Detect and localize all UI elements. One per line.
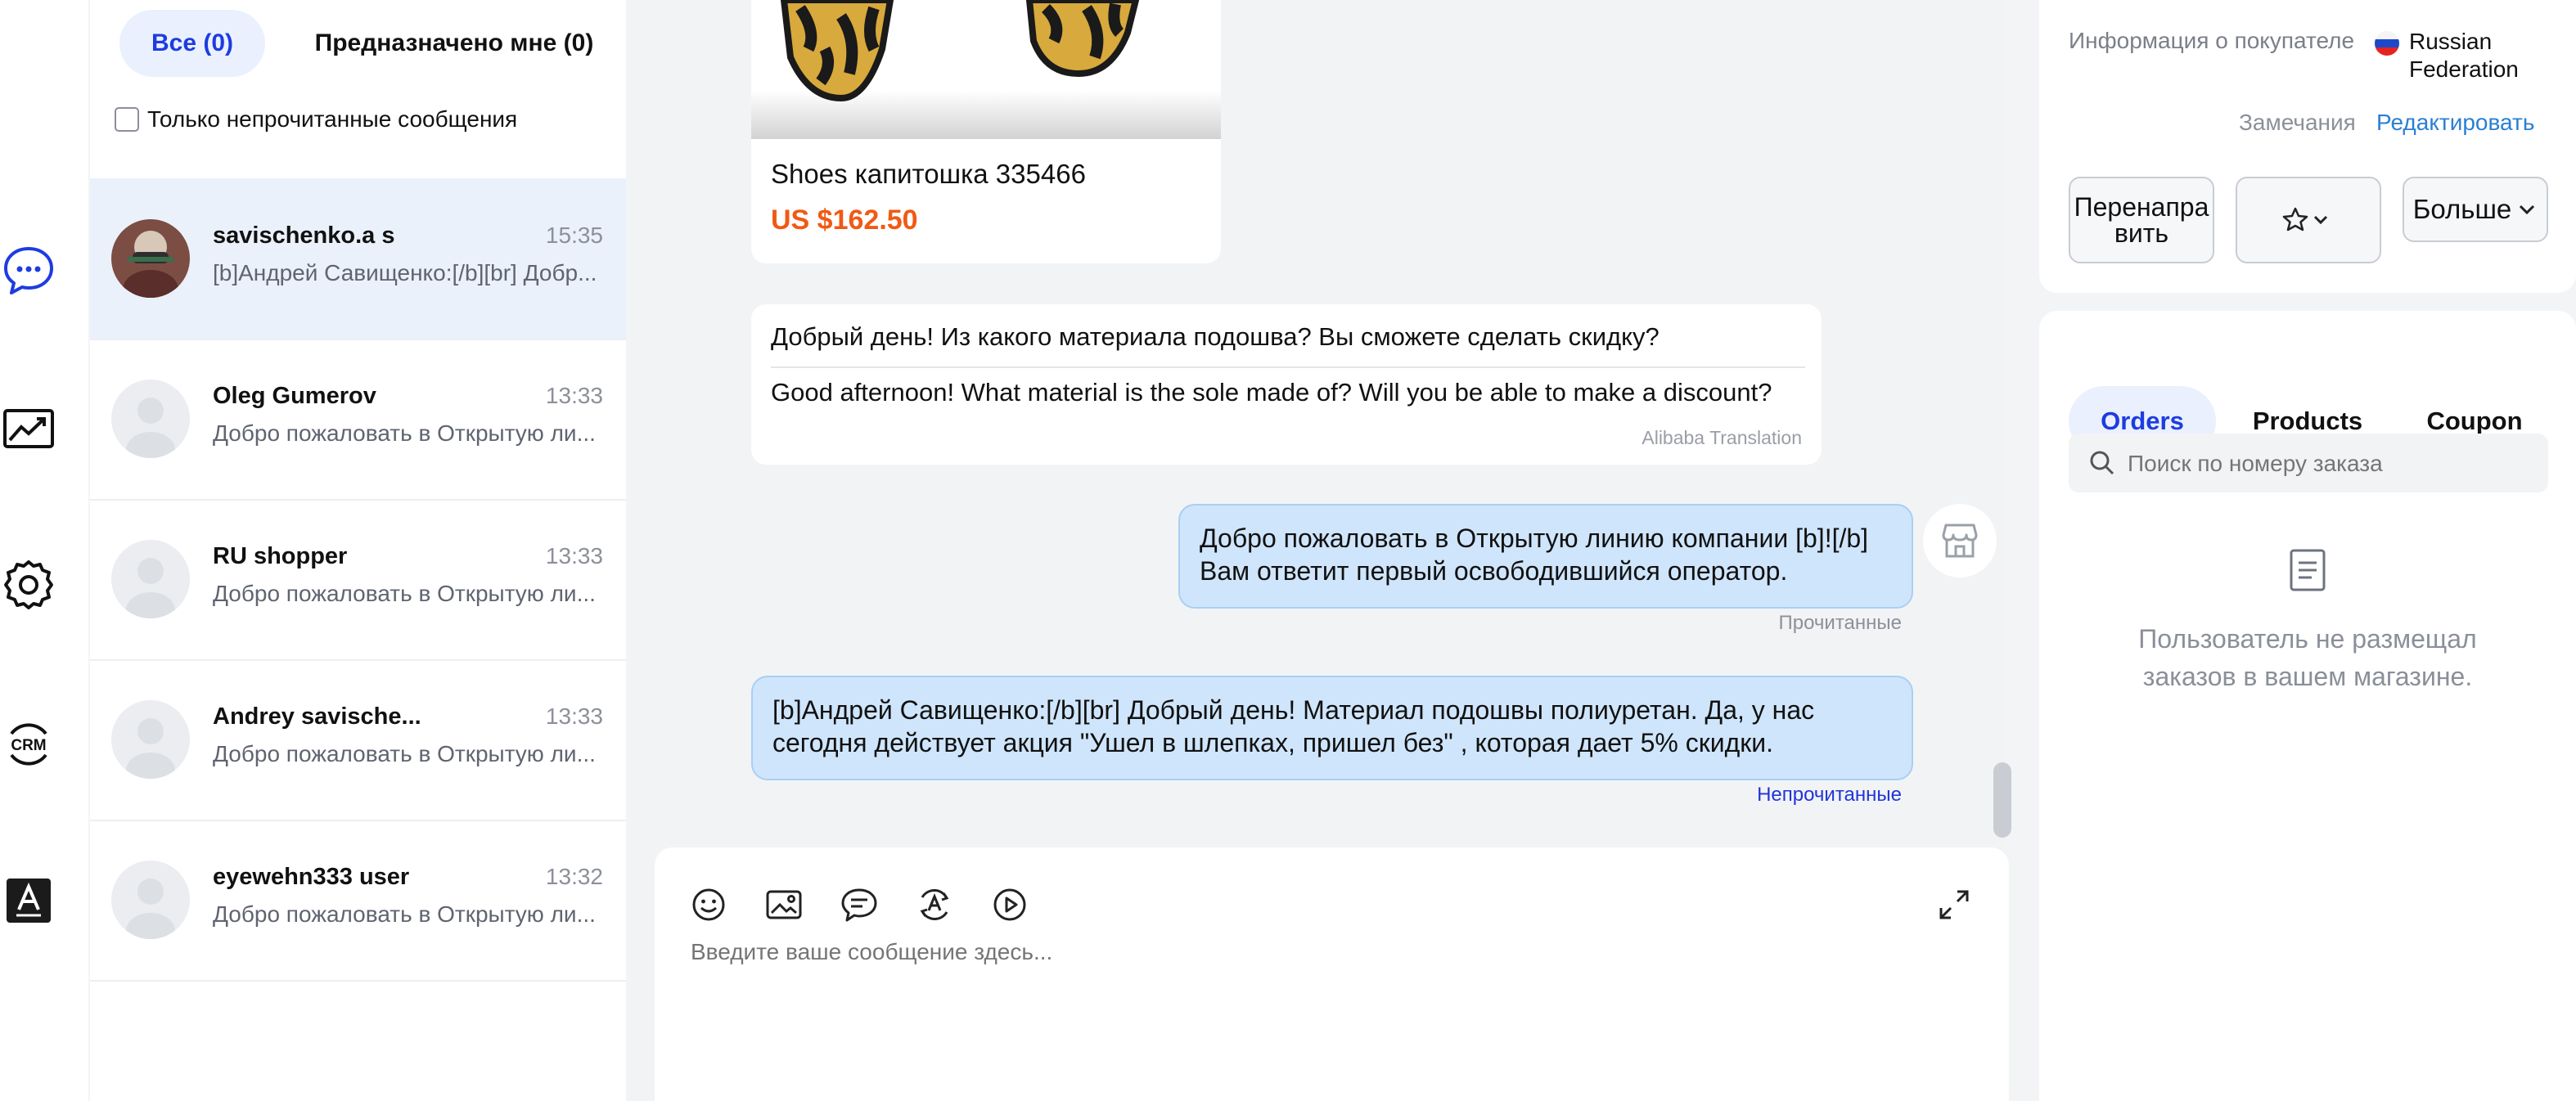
conversation-item[interactable]: RU shopper 13:33 Добро пожаловать в Откр… bbox=[90, 499, 626, 661]
conversation-item[interactable]: eyewehn333 user 13:32 Добро пожаловать в… bbox=[90, 820, 626, 982]
russia-flag-icon bbox=[2375, 31, 2399, 56]
conversation-snippet: Добро пожаловать в Открытую ли... bbox=[213, 581, 596, 606]
outgoing-message: Добро пожаловать в Открытую линию компан… bbox=[1178, 504, 1913, 609]
buyer-info-panel: Информация о покупателе Russian Federati… bbox=[2039, 0, 2576, 293]
product-image bbox=[751, 0, 1221, 139]
conversation-name: Oleg Gumerov bbox=[213, 383, 376, 409]
conversation-snippet: [b]Андрей Савищенко:[/b][br] Добр... bbox=[213, 260, 597, 285]
conversation-snippet: Добро пожаловать в Открытую ли... bbox=[213, 741, 596, 766]
search-icon bbox=[2090, 451, 2114, 475]
expand-icon[interactable] bbox=[1933, 883, 1975, 926]
more-label: Больше bbox=[2412, 194, 2512, 224]
translation-divider bbox=[771, 366, 1805, 368]
unread-only-label: Только непрочитанные сообщения bbox=[147, 106, 518, 132]
product-card[interactable]: Shoes капитошка 335466 US $162.50 bbox=[751, 0, 1221, 263]
conversation-name: RU shopper bbox=[213, 543, 348, 569]
order-search-input[interactable] bbox=[2126, 445, 2538, 483]
shop-icon bbox=[1942, 524, 1978, 558]
unread-only-checkbox[interactable] bbox=[115, 107, 139, 132]
avatar bbox=[111, 219, 190, 298]
conversation-item[interactable]: savischenko.a s 15:35 [b]Андрей Савищенк… bbox=[90, 178, 626, 340]
no-orders-line: Пользователь не размещал bbox=[2138, 624, 2477, 654]
analytics-icon[interactable] bbox=[0, 401, 57, 458]
conversation-list: Все (0) Предназначено мне (0) Только неп… bbox=[90, 0, 626, 1101]
forward-button[interactable]: Перенапра вить bbox=[2069, 177, 2214, 263]
edit-link[interactable]: Редактировать bbox=[2376, 110, 2534, 136]
message-line: сегодня действует акция "Ушел в шлепках,… bbox=[772, 728, 1774, 757]
icon-rail: CRM bbox=[0, 0, 88, 1101]
avatar bbox=[111, 700, 190, 779]
conversation-time: 13:33 bbox=[545, 543, 603, 568]
more-button[interactable]: Больше bbox=[2403, 177, 2548, 242]
read-status: Прочитанные bbox=[1778, 612, 1902, 634]
image-icon[interactable] bbox=[763, 883, 805, 926]
outgoing-message: [b]Андрей Савищенко:[/b][br] Добрый день… bbox=[751, 676, 1913, 780]
product-title: Shoes капитошка 335466 bbox=[771, 159, 1086, 189]
buyer-info-label: Информация о покупателе bbox=[2069, 28, 2355, 53]
buyer-country: Russian Federation bbox=[2409, 28, 2519, 83]
conversation-name: Andrey savische... bbox=[213, 703, 421, 730]
message-translated-text: Good afternoon! What material is the sol… bbox=[771, 378, 1772, 407]
forward-label: Перенапра bbox=[2074, 192, 2209, 222]
chevron-down-icon bbox=[2520, 204, 2535, 215]
star-icon bbox=[2282, 207, 2328, 231]
chat-scrollbar[interactable] bbox=[1993, 762, 2011, 838]
avatar bbox=[111, 540, 190, 618]
conversation-name: savischenko.a s bbox=[213, 222, 395, 249]
crm-label: CRM bbox=[11, 737, 46, 754]
chat-icon[interactable] bbox=[0, 242, 57, 299]
unread-only-filter[interactable]: Только непрочитанные сообщения bbox=[115, 105, 524, 134]
conversation-item[interactable]: Andrey savische... 13:33 Добро пожаловат… bbox=[90, 659, 626, 821]
forward-label: вить bbox=[2114, 218, 2169, 248]
no-orders-line: заказов в вашем магазине. bbox=[2142, 662, 2473, 691]
conversation-time: 13:33 bbox=[545, 703, 603, 729]
notes-link[interactable]: Замечания bbox=[2239, 110, 2356, 136]
crm-icon[interactable]: CRM bbox=[0, 716, 57, 773]
avatar bbox=[111, 380, 190, 458]
translation-source-label: Alibaba Translation bbox=[1642, 427, 1802, 448]
shop-avatar bbox=[1923, 504, 1997, 577]
quick-reply-icon[interactable] bbox=[838, 883, 880, 926]
video-icon[interactable] bbox=[989, 883, 1031, 926]
translate-icon[interactable] bbox=[0, 872, 57, 929]
document-icon bbox=[2288, 548, 2327, 592]
conversation-time: 15:35 bbox=[545, 222, 603, 248]
conversation-snippet: Добро пожаловать в Открытую ли... bbox=[213, 901, 596, 927]
product-price: US $162.50 bbox=[771, 204, 918, 236]
avatar bbox=[111, 861, 190, 939]
settings-icon[interactable] bbox=[0, 556, 57, 613]
conversation-time: 13:32 bbox=[545, 864, 603, 889]
emoji-icon[interactable] bbox=[687, 883, 730, 926]
buyer-country-line: Russian bbox=[2409, 29, 2493, 54]
message-line: Добро пожаловать в Открытую линию компан… bbox=[1200, 524, 1869, 553]
conversation-name: eyewehn333 user bbox=[213, 864, 410, 890]
star-rating-button[interactable] bbox=[2236, 177, 2381, 263]
incoming-message: Добрый день! Из какого материала подошва… bbox=[751, 304, 1822, 465]
buyer-country-line: Federation bbox=[2409, 56, 2519, 82]
conversation-item[interactable]: Oleg Gumerov 13:33 Добро пожаловать в От… bbox=[90, 339, 626, 501]
message-line: Вам ответит первый освободившийся операт… bbox=[1200, 556, 1788, 586]
no-orders-message: Пользователь не размещал заказов в вашем… bbox=[2039, 620, 2576, 695]
conversation-time: 13:33 bbox=[545, 383, 603, 408]
translate-toggle-icon[interactable] bbox=[913, 883, 956, 926]
message-input[interactable] bbox=[689, 937, 1969, 1072]
message-line: [b]Андрей Савищенко:[/b][br] Добрый день… bbox=[772, 695, 1815, 725]
message-original-text: Добрый день! Из какого материала подошва… bbox=[771, 322, 1660, 351]
order-search-box[interactable] bbox=[2069, 434, 2548, 492]
tab-assigned-to-me[interactable]: Предназначено мне (0) bbox=[303, 10, 606, 77]
message-composer bbox=[655, 847, 2009, 1101]
conversation-snippet: Добро пожаловать в Открытую ли... bbox=[213, 420, 596, 446]
tab-all[interactable]: Все (0) bbox=[119, 10, 265, 77]
unread-status: Непрочитанные bbox=[1757, 784, 1902, 806]
